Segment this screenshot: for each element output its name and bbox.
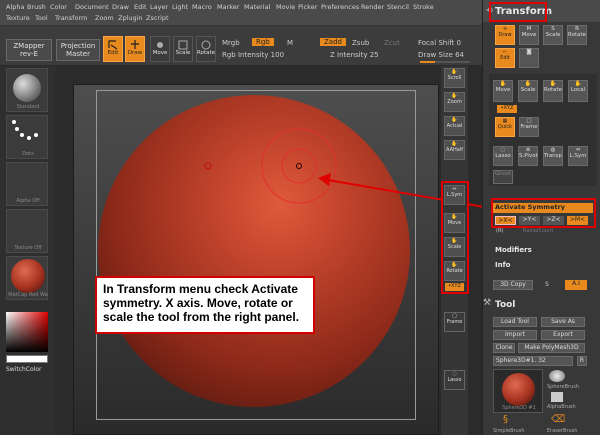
modifiers-header[interactable]: Modifiers [495,246,532,254]
scroll-label: Scroll [447,75,462,81]
ghost-button[interactable]: Ghost [493,170,513,184]
load-tool-button[interactable]: Load Tool [493,317,537,327]
right-tray: ⟲ Transform ✛ Draw M Move S Scale R Rotate ⌐… [482,0,600,435]
tp-camera-button[interactable]: ◙ [519,48,539,68]
tp-scale-button[interactable]: S Scale [543,25,563,45]
sphere-brush-label: SphereBrush [547,384,580,390]
tp-xyz-button[interactable]: •XYZ [497,105,517,113]
frame-button[interactable]: ▢ Frame [444,312,465,332]
quick-label: Quick [497,124,513,130]
radial-button[interactable]: (R) [496,228,503,234]
sphere-tool-icon [502,373,535,406]
tp2-move-label: Move [495,87,511,93]
tp-lsym-button[interactable]: ⇔ L.Sym [568,146,588,166]
alpha-brush-icon[interactable] [551,392,563,402]
info-header[interactable]: Info [495,261,510,269]
tp-lasso-button[interactable]: ◌ Lasso [493,146,513,166]
tp2-rotate-label: Rotate [544,87,563,93]
tool-title: Tool [495,300,516,310]
tp-move-label: Move [521,32,537,38]
alpha-brush-label: AlphaBrush [547,404,576,410]
ai-button[interactable]: A.I [565,280,587,290]
hammer-icon: ⚒ [483,298,492,308]
tp-rotate-button[interactable]: R Rotate [567,25,587,45]
tp2-local-button[interactable]: ✋ Local [568,80,588,102]
camera-icon: ◙ [526,49,532,55]
s-toggle[interactable]: S [545,281,549,288]
lasso-button[interactable]: ◌ Lasso [444,370,465,390]
shelf-highlight-box [441,181,469,294]
sphere-brush-icon[interactable] [549,370,565,382]
make-polymesh-button[interactable]: Make PolyMesh3D [518,343,585,353]
tp-lsym-label: L.Sym [569,153,587,159]
aahalf-button[interactable]: ✋ AAHalf [444,140,465,160]
transform-title-highlight [489,2,547,22]
tp-spivot-label: S.Pivot [519,153,538,159]
import-button[interactable]: Import [493,330,537,340]
symmetry-highlight-box [491,198,596,228]
scroll-button[interactable]: ✋ Scroll [444,68,465,88]
tp2-rotate-button[interactable]: ✋ Rotate [543,80,563,102]
aahalf-label: AAHalf [446,147,463,153]
save-as-button[interactable]: Save As [541,317,585,327]
tp-frame-label: Frame [520,124,538,130]
quick-button[interactable]: ▦ Quick [495,117,515,137]
tutorial-note: In Transform menu check Activate symmetr… [95,276,315,334]
tp2-scale-button[interactable]: ✋ Scale [518,80,538,102]
tp2-move-button[interactable]: ✋ Move [493,80,513,102]
lasso-label: Lasso [447,377,462,383]
tp-edit-button[interactable]: ⌐ Edit [495,48,515,68]
ghost-label: Ghost [494,171,512,177]
tp2-local-label: Local [570,87,586,93]
r-button[interactable]: R [577,356,587,366]
tp-edit-label: Edit [500,55,510,61]
tp-transp-label: Transp [544,153,563,159]
clone-button[interactable]: Clone [493,343,515,353]
frame-label: Frame [446,319,463,325]
tp-lasso-label: Lasso [495,153,511,159]
current-tool-slider[interactable]: Sphere3D#1. 32 [493,356,573,366]
zoom-button[interactable]: ✋ Zoom [444,92,465,112]
tp-move-button[interactable]: M Move [519,25,539,45]
zoom-label: Zoom [447,99,462,105]
actual-button[interactable]: ✋ Actual [444,116,465,136]
tp2-scale-label: Scale [520,87,536,93]
tp-transp-button[interactable]: ◍ Transp [543,146,563,166]
copy-3d-button[interactable]: 3D Copy [493,280,533,290]
tp-rotate-label: Rotate [568,32,587,38]
tp-scale-label: Scale [545,32,561,38]
radial-count-slider[interactable]: RadialCount [523,228,553,234]
eraser-brush-icon[interactable]: ⌫ [551,414,565,425]
current-tool-thumb[interactable]: Sphere3D #1 [493,369,543,413]
tp-frame-button[interactable]: ▢ Frame [519,117,539,137]
tp-spivot-button[interactable]: ⊕ S.Pivot [518,146,538,166]
tp-draw-label: Draw [498,32,512,38]
simple-brush-label: SimpleBrush [493,428,525,434]
current-tool-label: Sphere3D #1 [502,405,536,411]
export-button[interactable]: Export [541,330,585,340]
tp-draw-button[interactable]: ✛ Draw [495,25,515,45]
simple-brush-icon[interactable]: § [503,414,508,425]
eraser-brush-label: EraserBrush [547,428,578,434]
actual-label: Actual [446,123,463,129]
